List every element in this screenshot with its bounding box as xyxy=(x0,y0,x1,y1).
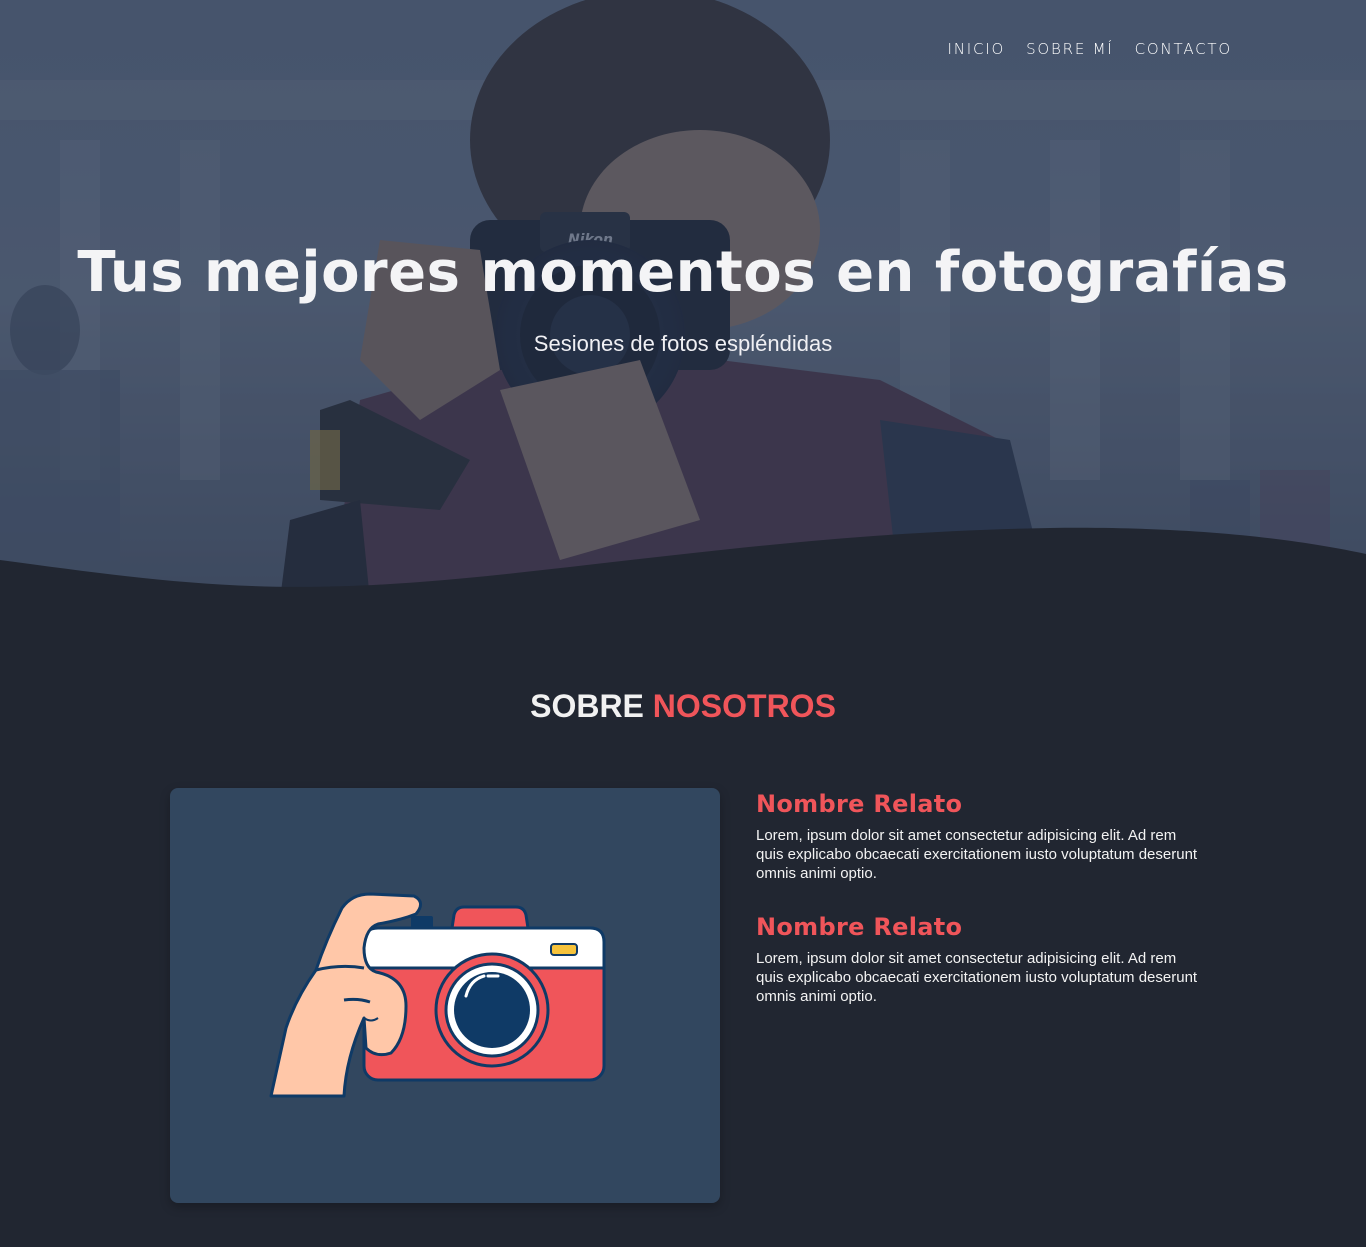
nav-link-inicio[interactable]: INICIO xyxy=(947,40,1005,58)
nav-link-sobre-mi[interactable]: SOBRE MÍ xyxy=(1026,40,1114,58)
wave-divider xyxy=(0,527,1366,600)
story-2: Nombre Relato Lorem, ipsum dolor sit ame… xyxy=(756,913,1206,1006)
story-title: Nombre Relato xyxy=(756,790,963,818)
about-title: SOBRE NOSOTROS xyxy=(0,688,1366,725)
hero-subtitle: Sesiones de fotos espléndidas xyxy=(533,331,833,356)
camera-hand-illustration-icon xyxy=(269,892,606,1098)
about-title-part2: NOSOTROS xyxy=(652,688,836,724)
about-title-part1: SOBRE xyxy=(530,688,644,724)
illustration-card xyxy=(170,788,720,1203)
story-text: Lorem, ipsum dolor sit amet consectetur … xyxy=(756,827,1198,882)
hero-title: Tus mejores momentos en fotografías xyxy=(77,240,1289,305)
nav-link-contacto[interactable]: CONTACTO xyxy=(1135,40,1232,58)
hero-section: Nikon INICIO SOBRE MÍ CONTACTO Tus mejor… xyxy=(0,0,1366,600)
story-1: Nombre Relato Lorem, ipsum dolor sit ame… xyxy=(756,790,1206,883)
story-text: Lorem, ipsum dolor sit amet consectetur … xyxy=(756,950,1198,1005)
top-navigation: INICIO SOBRE MÍ CONTACTO xyxy=(947,40,1232,58)
story-title: Nombre Relato xyxy=(756,913,963,941)
